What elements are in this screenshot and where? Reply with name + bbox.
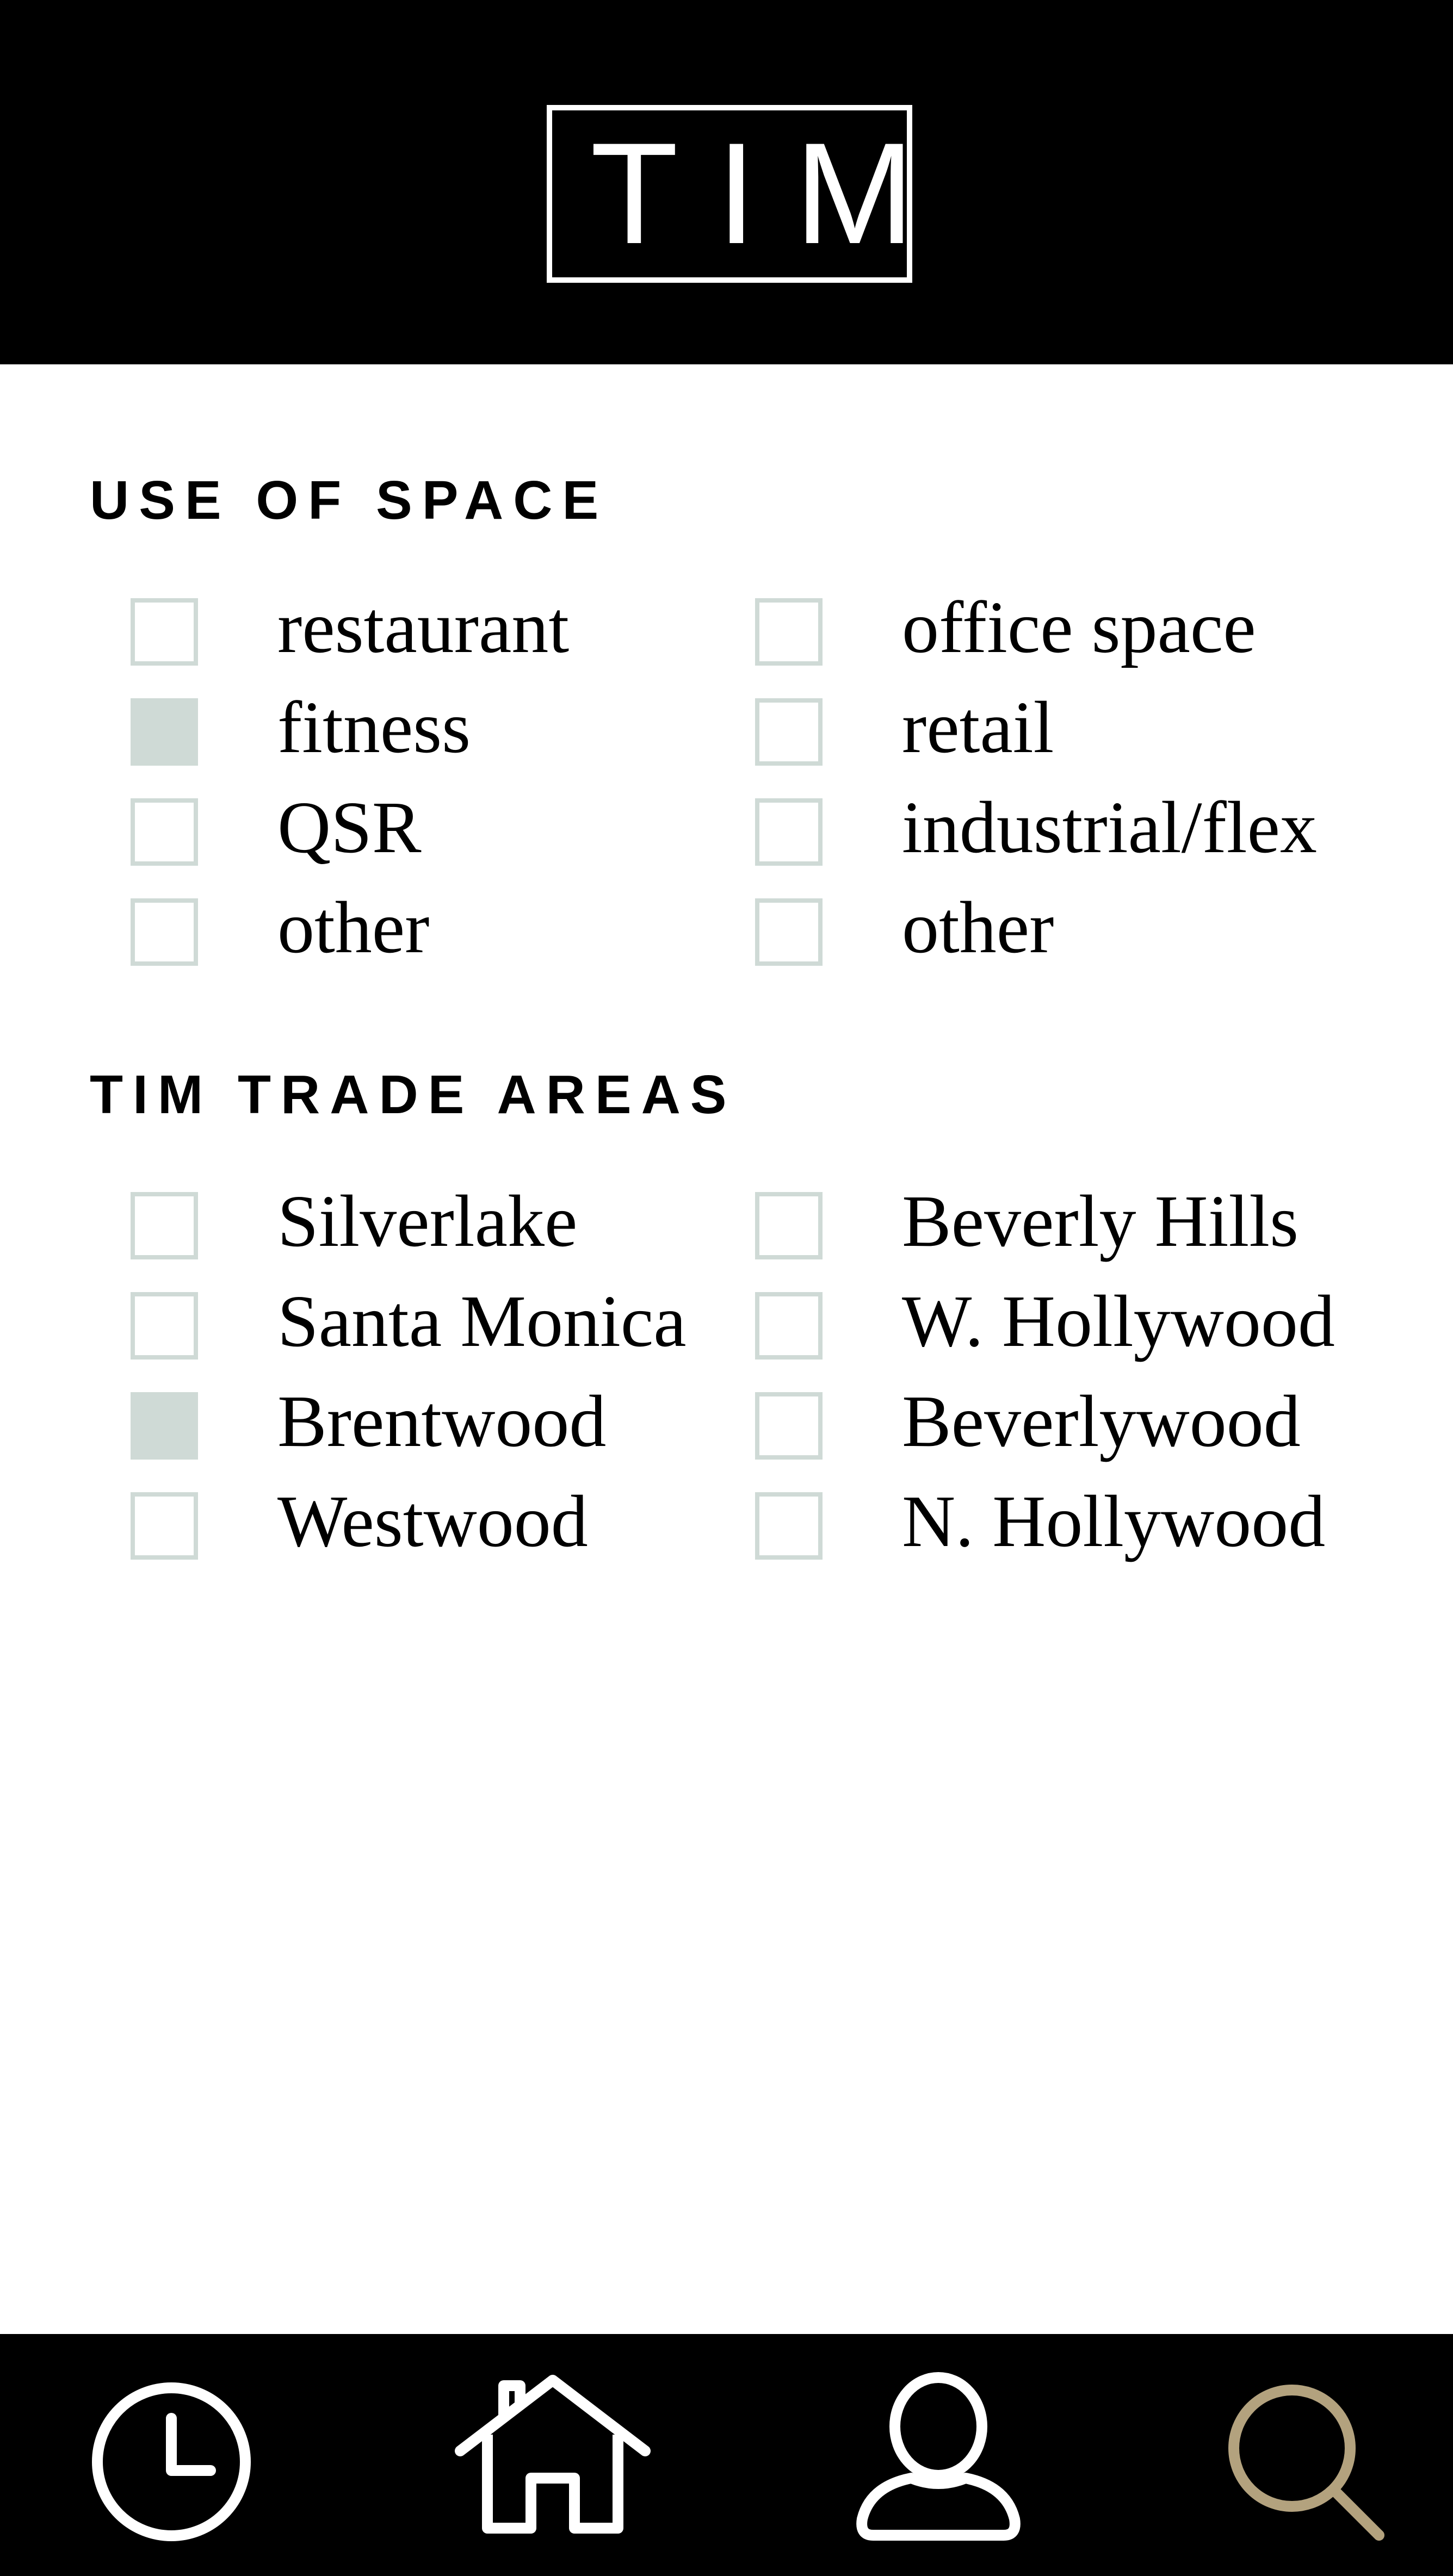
checkbox-label: Westwood bbox=[277, 1481, 588, 1562]
checkbox-box[interactable] bbox=[755, 1292, 823, 1360]
checkbox-label: retail bbox=[902, 687, 1054, 768]
app-header: TIM bbox=[0, 0, 1453, 364]
user-icon[interactable] bbox=[854, 2372, 1023, 2546]
checkbox-box[interactable] bbox=[131, 698, 198, 766]
use-of-space-title: USE OF SPACE bbox=[90, 470, 609, 531]
trade-areas-title: TIM TRADE AREAS bbox=[90, 1064, 737, 1125]
checkbox-box[interactable] bbox=[131, 1292, 198, 1360]
checkbox-label: industrial/flex bbox=[902, 787, 1317, 868]
home-icon[interactable] bbox=[455, 2375, 651, 2538]
checkbox-label: Brentwood bbox=[277, 1381, 607, 1462]
checkbox-label: N. Hollywood bbox=[902, 1481, 1326, 1562]
checkbox-box[interactable] bbox=[755, 698, 823, 766]
checkbox-label: restaurant bbox=[277, 587, 570, 668]
checkbox-label: QSR bbox=[277, 787, 422, 868]
checkbox-box[interactable] bbox=[755, 798, 823, 866]
checkbox-label: Beverlywood bbox=[902, 1381, 1301, 1462]
search-icon[interactable] bbox=[1227, 2383, 1390, 2546]
checkbox-box[interactable] bbox=[131, 1392, 198, 1460]
checkbox-box[interactable] bbox=[131, 1192, 198, 1259]
checkbox-label: W. Hollywood bbox=[902, 1281, 1335, 1362]
checkbox-box[interactable] bbox=[131, 598, 198, 666]
checkbox-box[interactable] bbox=[131, 798, 198, 866]
checkbox-label: Silverlake bbox=[277, 1181, 578, 1262]
tim-logo: TIM bbox=[547, 105, 914, 283]
checkbox-label: other bbox=[277, 887, 430, 969]
checkbox-label: Santa Monica bbox=[277, 1281, 687, 1362]
checkbox-label: fitness bbox=[277, 687, 471, 768]
checkbox-box[interactable] bbox=[755, 898, 823, 966]
checkbox-box[interactable] bbox=[131, 1492, 198, 1560]
checkbox-box[interactable] bbox=[755, 1392, 823, 1460]
bottom-nav bbox=[0, 2334, 1453, 2576]
checkbox-label: other bbox=[902, 887, 1054, 969]
checkbox-box[interactable] bbox=[755, 1192, 823, 1259]
checkbox-box[interactable] bbox=[131, 898, 198, 966]
checkbox-label: office space bbox=[902, 587, 1256, 668]
checkbox-label: Beverly Hills bbox=[902, 1181, 1299, 1262]
checkbox-box[interactable] bbox=[755, 1492, 823, 1560]
checkbox-box[interactable] bbox=[755, 598, 823, 666]
clock-icon[interactable] bbox=[90, 2380, 253, 2543]
